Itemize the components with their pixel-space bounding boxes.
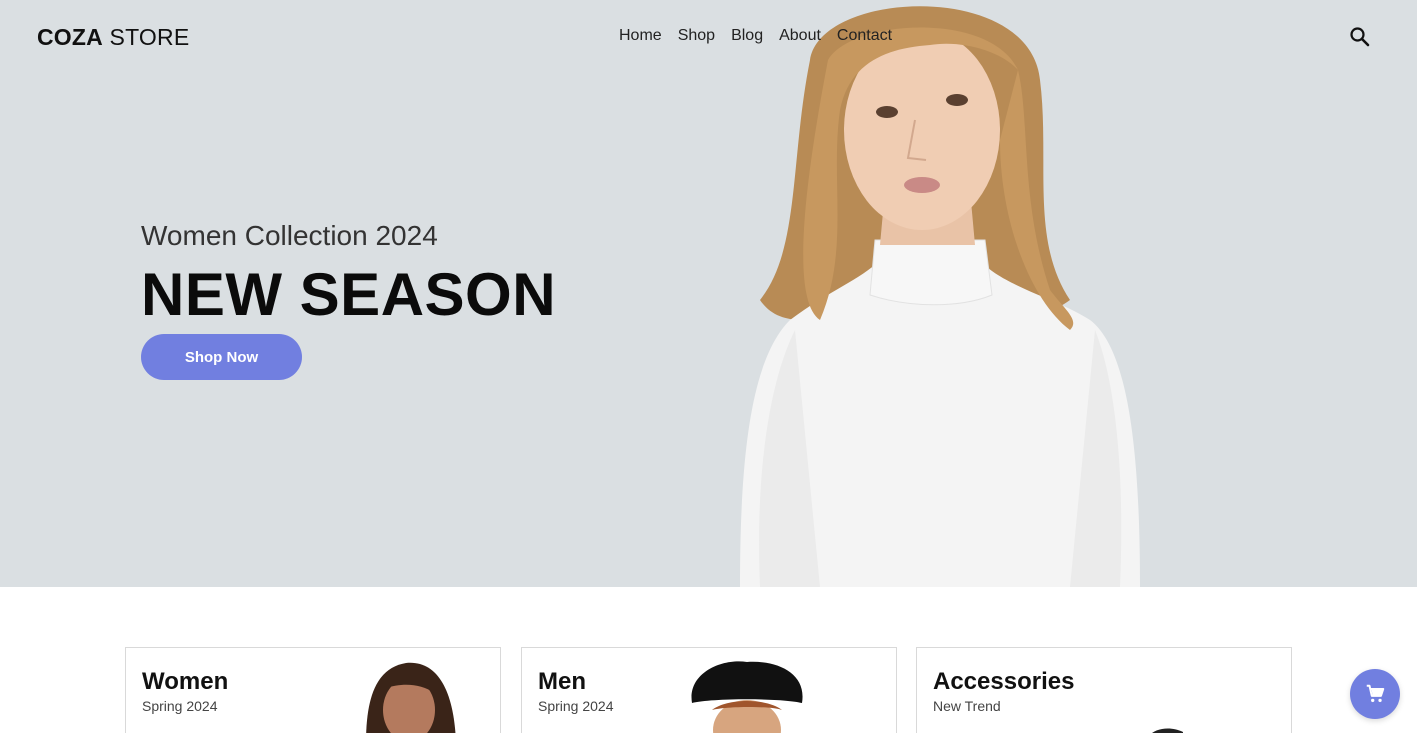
banner-women[interactable]: Women Spring 2024 [125,647,501,733]
logo-bold-text: COZA [37,24,103,50]
cart-button[interactable] [1350,669,1400,719]
banner-accessories[interactable]: Accessories New Trend [916,647,1292,733]
nav-blog[interactable]: Blog [731,27,763,45]
banner-accessories-subtitle: New Trend [933,698,1001,714]
logo-light-text: STORE [102,24,190,50]
banner-men-subtitle: Spring 2024 [538,698,614,714]
nav-about[interactable]: About [779,27,821,45]
banner-men-title: Men [538,668,586,695]
store-logo[interactable]: COZA STORE [37,24,189,51]
nav-home[interactable]: Home [619,27,662,45]
banner-men[interactable]: Men Spring 2024 [521,647,897,733]
men-model-image [691,661,803,733]
women-model-image [366,662,456,733]
hero-model-image [740,6,1140,587]
accessories-image [1152,728,1183,733]
search-button[interactable] [1348,25,1372,49]
nav-shop[interactable]: Shop [678,27,715,45]
nav-contact[interactable]: Contact [837,27,892,45]
banner-accessories-title: Accessories [933,668,1075,695]
cart-icon [1366,684,1385,703]
main-nav: Home Shop Blog About Contact [619,27,892,45]
hero-title: NEW SEASON [141,261,557,328]
shop-now-button[interactable]: Shop Now [141,334,302,380]
banner-women-title: Women [142,668,229,695]
hero-subtitle: Women Collection 2024 [141,220,438,251]
category-banners: Women Spring 2024 Men Spring 2024 Access… [125,647,1292,733]
search-icon [1350,27,1370,47]
banner-women-subtitle: Spring 2024 [142,698,218,714]
site-header: COZA STORE Home Shop Blog About Contact [0,0,1417,74]
